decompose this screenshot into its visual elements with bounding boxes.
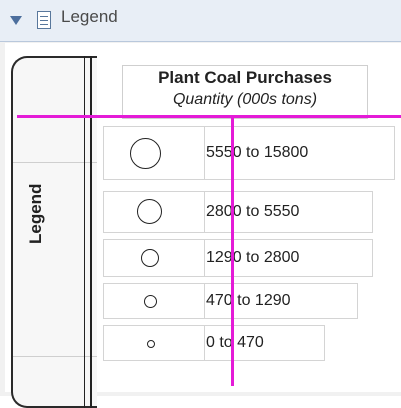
circle-icon (147, 340, 155, 348)
document-icon (37, 11, 51, 29)
legend-entry-label: 0 to 470 (206, 334, 264, 351)
legend-subtitle: Quantity (000s tons) (172, 91, 318, 108)
legend-entry: 1290 to 2800 (103, 239, 373, 277)
legend-panel-header[interactable]: Legend (0, 0, 401, 42)
legend-entry-label: 5550 to 15800 (206, 144, 309, 161)
cell-divider (204, 284, 205, 318)
guide-line-horizontal (17, 115, 401, 118)
cell-divider (204, 240, 205, 276)
circle-icon (144, 295, 157, 308)
legend-title-box: Plant Coal Purchases Quantity (000s tons… (122, 65, 368, 119)
legend-tab-label: Legend (26, 183, 45, 244)
legend-entry: 2800 to 5550 (103, 191, 373, 233)
guide-line-vertical (231, 115, 234, 386)
cell-divider (204, 127, 205, 179)
legend-entry-label: 1290 to 2800 (206, 249, 300, 266)
circle-icon (141, 249, 159, 267)
legend-title: Plant Coal Purchases (158, 68, 332, 87)
cell-divider (204, 192, 205, 232)
legend-entry-label: 470 to 1290 (206, 292, 291, 309)
legend-entry-label: 2800 to 5550 (206, 203, 300, 220)
circle-icon (137, 199, 162, 224)
legend-entry: 5550 to 15800 (103, 126, 395, 180)
collapse-arrow-icon[interactable] (10, 16, 22, 25)
legend-panel: Legend Legend Plant Coal Purchases Quant… (0, 0, 401, 408)
panel-title: Legend (61, 7, 118, 26)
legend-entry: 0 to 470 (103, 325, 325, 361)
frame-line (90, 56, 92, 408)
frame-line (84, 56, 85, 408)
circle-icon (130, 138, 161, 169)
legend-content: Legend Plant Coal Purchases Quantity (00… (5, 43, 401, 408)
cell-divider (204, 326, 205, 360)
